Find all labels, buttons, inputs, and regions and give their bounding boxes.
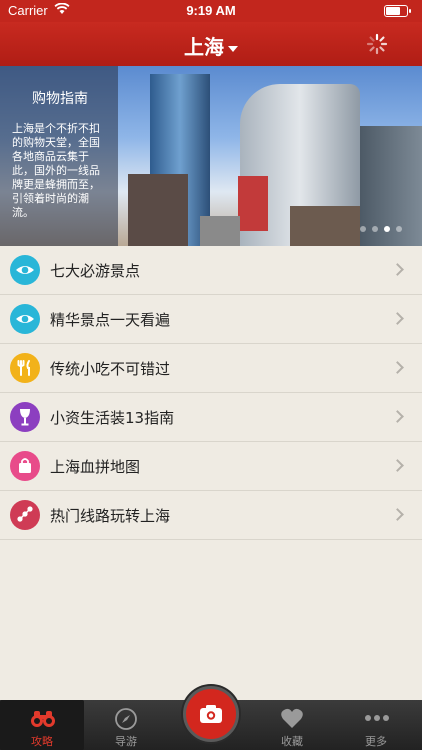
shopping-bag-icon [10,451,40,481]
chevron-right-icon [391,312,404,325]
heart-icon [281,708,303,728]
tab-tour[interactable]: 导游 [84,700,168,750]
banner-caption: 购物指南 上海是个不折不扣的购物天堂，全国各地商品云集于此，国外的一线品牌更是蜂… [0,66,118,246]
list-item[interactable]: 精华景点一天看遍 [0,295,422,344]
tab-label: 更多 [365,735,387,748]
more-icon [365,715,389,721]
chevron-right-icon [391,459,404,472]
tab-label: 攻略 [31,735,53,748]
list-item[interactable]: 热门线路玩转上海 [0,491,422,540]
guide-list: 七大必游景点 精华景点一天看遍 传统小吃不可错过 小资生活装13指南 上海血拼地… [0,246,422,540]
banner-description: 上海是个不折不扣的购物天堂，全国各地商品云集于此，国外的一线品牌更是蜂拥而至，引… [12,122,100,219]
list-item[interactable]: 小资生活装13指南 [0,393,422,442]
eye-icon [10,255,40,285]
chevron-right-icon [391,361,404,374]
page-dot-active[interactable] [384,226,390,232]
tab-more[interactable]: 更多 [334,700,418,750]
status-time: 9:19 AM [186,3,236,18]
camera-button[interactable] [183,686,239,742]
utensils-icon [10,353,40,383]
page-dot[interactable] [372,226,378,232]
wine-glass-icon [10,402,40,432]
city-selector[interactable]: 上海 [0,31,422,60]
tab-label: 收藏 [281,735,303,748]
chevron-right-icon [391,410,404,423]
loading-spinner-icon [366,33,388,55]
city-title: 上海 [184,35,224,59]
list-item-label: 小资生活装13指南 [50,409,175,427]
list-item-label: 上海血拼地图 [50,458,141,476]
tab-guide[interactable]: 攻略 [0,700,84,750]
list-item[interactable]: 传统小吃不可错过 [0,344,422,393]
status-bar: Carrier 9:19 AM [0,0,422,22]
tab-favorites[interactable]: 收藏 [250,700,334,750]
camera-icon [200,705,222,723]
battery-icon [384,5,411,17]
compass-icon [115,708,137,730]
list-item-label: 热门线路玩转上海 [50,507,171,525]
page-dot[interactable] [396,226,402,232]
route-icon [10,500,40,530]
banner-title: 购物指南 [32,91,88,107]
tab-label: 导游 [115,735,137,748]
list-item[interactable]: 上海血拼地图 [0,442,422,491]
chevron-right-icon [391,263,404,276]
list-item[interactable]: 七大必游景点 [0,246,422,295]
banner-carousel[interactable]: 购物指南 上海是个不折不扣的购物天堂，全国各地商品云集于此，国外的一线品牌更是蜂… [0,66,422,246]
list-item-label: 精华景点一天看遍 [50,311,171,329]
list-item-label: 传统小吃不可错过 [50,360,171,378]
list-item-label: 七大必游景点 [50,262,141,280]
eye-icon [10,304,40,334]
page-dot[interactable] [360,226,366,232]
chevron-down-icon [228,45,238,52]
chevron-right-icon [391,508,404,521]
nav-bar: 上海 [0,22,422,66]
binoculars-icon [31,711,55,727]
page-indicator[interactable] [354,217,402,236]
